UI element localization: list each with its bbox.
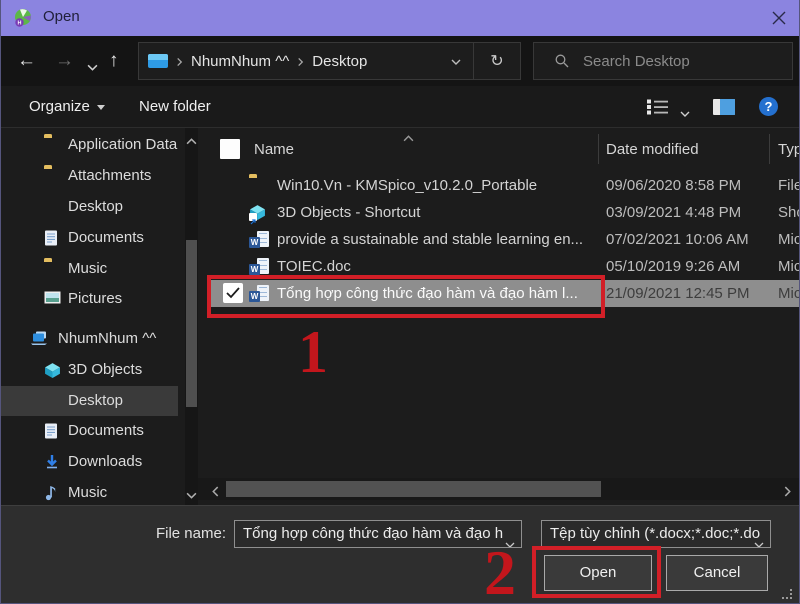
annotation-box-step2 <box>532 546 661 598</box>
column-divider[interactable] <box>598 134 599 164</box>
desktop-location-icon <box>148 54 168 68</box>
breadcrumb-chevron-icon <box>296 52 305 70</box>
sidebar-item-application-data[interactable]: Application Data <box>1 130 178 160</box>
navigation-bar: ← → ↑ NhumNhum ^^ Desktop ↻ <box>1 36 799 86</box>
open-dialog-window: H Open ← → ↑ NhumNhum ^^ Desktop <box>0 0 800 604</box>
recent-locations-button[interactable] <box>87 58 98 76</box>
sidebar-item-pictures[interactable]: Pictures <box>1 284 178 314</box>
sidebar-item-user-root[interactable]: NhumNhum ^^ <box>1 324 178 354</box>
dialog-footer: File name: Tổng hợp công thức đạo hàm và… <box>1 505 799 604</box>
command-toolbar: Organize New folder ? <box>1 86 799 128</box>
scroll-right-icon[interactable] <box>782 482 796 496</box>
sidebar-scrollbar[interactable] <box>185 128 198 505</box>
address-dropdown-button[interactable] <box>439 52 473 70</box>
title-bar: H Open <box>1 0 799 36</box>
breadcrumb-user[interactable]: NhumNhum ^^ <box>191 53 289 70</box>
search-box[interactable] <box>533 42 793 80</box>
list-header: Name Date modified Type <box>198 128 800 172</box>
horizontal-scrollbar-thumb[interactable] <box>226 481 601 497</box>
folder-icon <box>44 168 62 184</box>
resize-grip[interactable] <box>782 589 792 599</box>
views-dropdown-button[interactable] <box>680 104 690 122</box>
document-icon <box>44 423 62 439</box>
picture-icon <box>44 291 62 307</box>
folder-icon <box>249 177 269 194</box>
annotation-step2-number: 2 <box>484 541 516 604</box>
window-title: Open <box>43 8 80 25</box>
new-folder-button[interactable]: New folder <box>139 86 211 128</box>
back-button[interactable]: ← <box>17 51 36 70</box>
search-icon <box>555 54 569 68</box>
app-icon: H <box>13 8 33 28</box>
select-all-checkbox[interactable] <box>220 139 240 159</box>
column-header-date-modified[interactable]: Date modified <box>606 128 699 172</box>
navigation-pane: Application Data Attachments Desktop Doc… <box>1 128 198 505</box>
views-icon[interactable] <box>647 99 671 120</box>
chevron-down-icon <box>754 531 764 548</box>
file-row[interactable]: Win10.Vn - KMSpico_v10.2.0_Portable 09/0… <box>198 172 800 199</box>
scroll-up-icon[interactable] <box>185 132 198 146</box>
sidebar-item-downloads[interactable]: Downloads <box>1 447 178 477</box>
column-divider[interactable] <box>769 134 770 164</box>
svg-text:H: H <box>18 21 22 27</box>
sidebar-item-desktop[interactable]: Desktop <box>1 386 178 416</box>
column-header-name[interactable]: Name <box>254 128 294 172</box>
desktop-icon <box>44 393 62 409</box>
scroll-down-icon[interactable] <box>185 486 198 500</box>
sidebar-item-documents-quick[interactable]: Documents <box>1 223 178 253</box>
sort-ascending-icon <box>403 129 414 147</box>
folder-icon <box>44 137 62 153</box>
sidebar-item-desktop-quick[interactable]: Desktop <box>1 192 178 222</box>
forward-button[interactable]: → <box>55 51 74 70</box>
3d-cube-icon <box>44 362 62 378</box>
chevron-down-icon <box>97 105 105 110</box>
music-note-icon <box>44 485 62 501</box>
horizontal-scrollbar[interactable] <box>198 478 800 500</box>
sidebar-item-3d-objects[interactable]: 3D Objects <box>1 355 178 385</box>
sidebar-item-music[interactable]: Music <box>1 478 178 505</box>
breadcrumb-chevron-icon <box>175 52 184 70</box>
sidebar-item-attachments[interactable]: Attachments <box>1 161 178 191</box>
folder-icon <box>44 261 62 277</box>
preview-pane-icon[interactable] <box>713 99 735 115</box>
sidebar-item-music-quick[interactable]: Music <box>1 254 178 284</box>
sidebar-item-documents[interactable]: Documents <box>1 416 178 446</box>
scroll-left-icon[interactable] <box>210 482 224 496</box>
refresh-button[interactable]: ↻ <box>473 42 520 80</box>
cancel-button[interactable]: Cancel <box>666 555 768 591</box>
file-type-combobox[interactable]: Tệp tùy chỉnh (*.docx;*.doc;*.do <box>541 520 771 548</box>
close-icon[interactable] <box>771 10 787 26</box>
up-button[interactable]: ↑ <box>109 51 119 70</box>
file-row[interactable]: 3D Objects - Shortcut 03/09/2021 4:48 PM… <box>198 199 800 226</box>
computer-icon <box>31 331 49 347</box>
document-icon <box>44 230 62 246</box>
address-bar[interactable]: NhumNhum ^^ Desktop ↻ <box>138 42 521 80</box>
shortcut-arrow-icon <box>249 213 257 221</box>
breadcrumb-location[interactable]: Desktop <box>312 53 367 70</box>
organize-button[interactable]: Organize <box>29 86 105 128</box>
word-document-icon: W <box>249 231 269 248</box>
file-name-label: File name: <box>121 520 226 548</box>
search-input[interactable] <box>583 53 753 70</box>
download-icon <box>44 454 62 470</box>
word-document-icon: W <box>249 258 269 275</box>
annotation-box-step1 <box>207 275 605 318</box>
sidebar-scrollbar-thumb[interactable] <box>186 240 197 407</box>
column-header-type[interactable]: Type <box>778 128 800 172</box>
desktop-icon <box>44 199 62 215</box>
help-icon[interactable]: ? <box>759 97 778 116</box>
shortcut-cube-icon <box>249 204 269 221</box>
file-name-combobox[interactable]: Tổng hợp công thức đạo hàm và đạo h <box>234 520 522 548</box>
annotation-step1-number: 1 <box>298 322 328 382</box>
file-row[interactable]: W provide a sustainable and stable learn… <box>198 226 800 253</box>
